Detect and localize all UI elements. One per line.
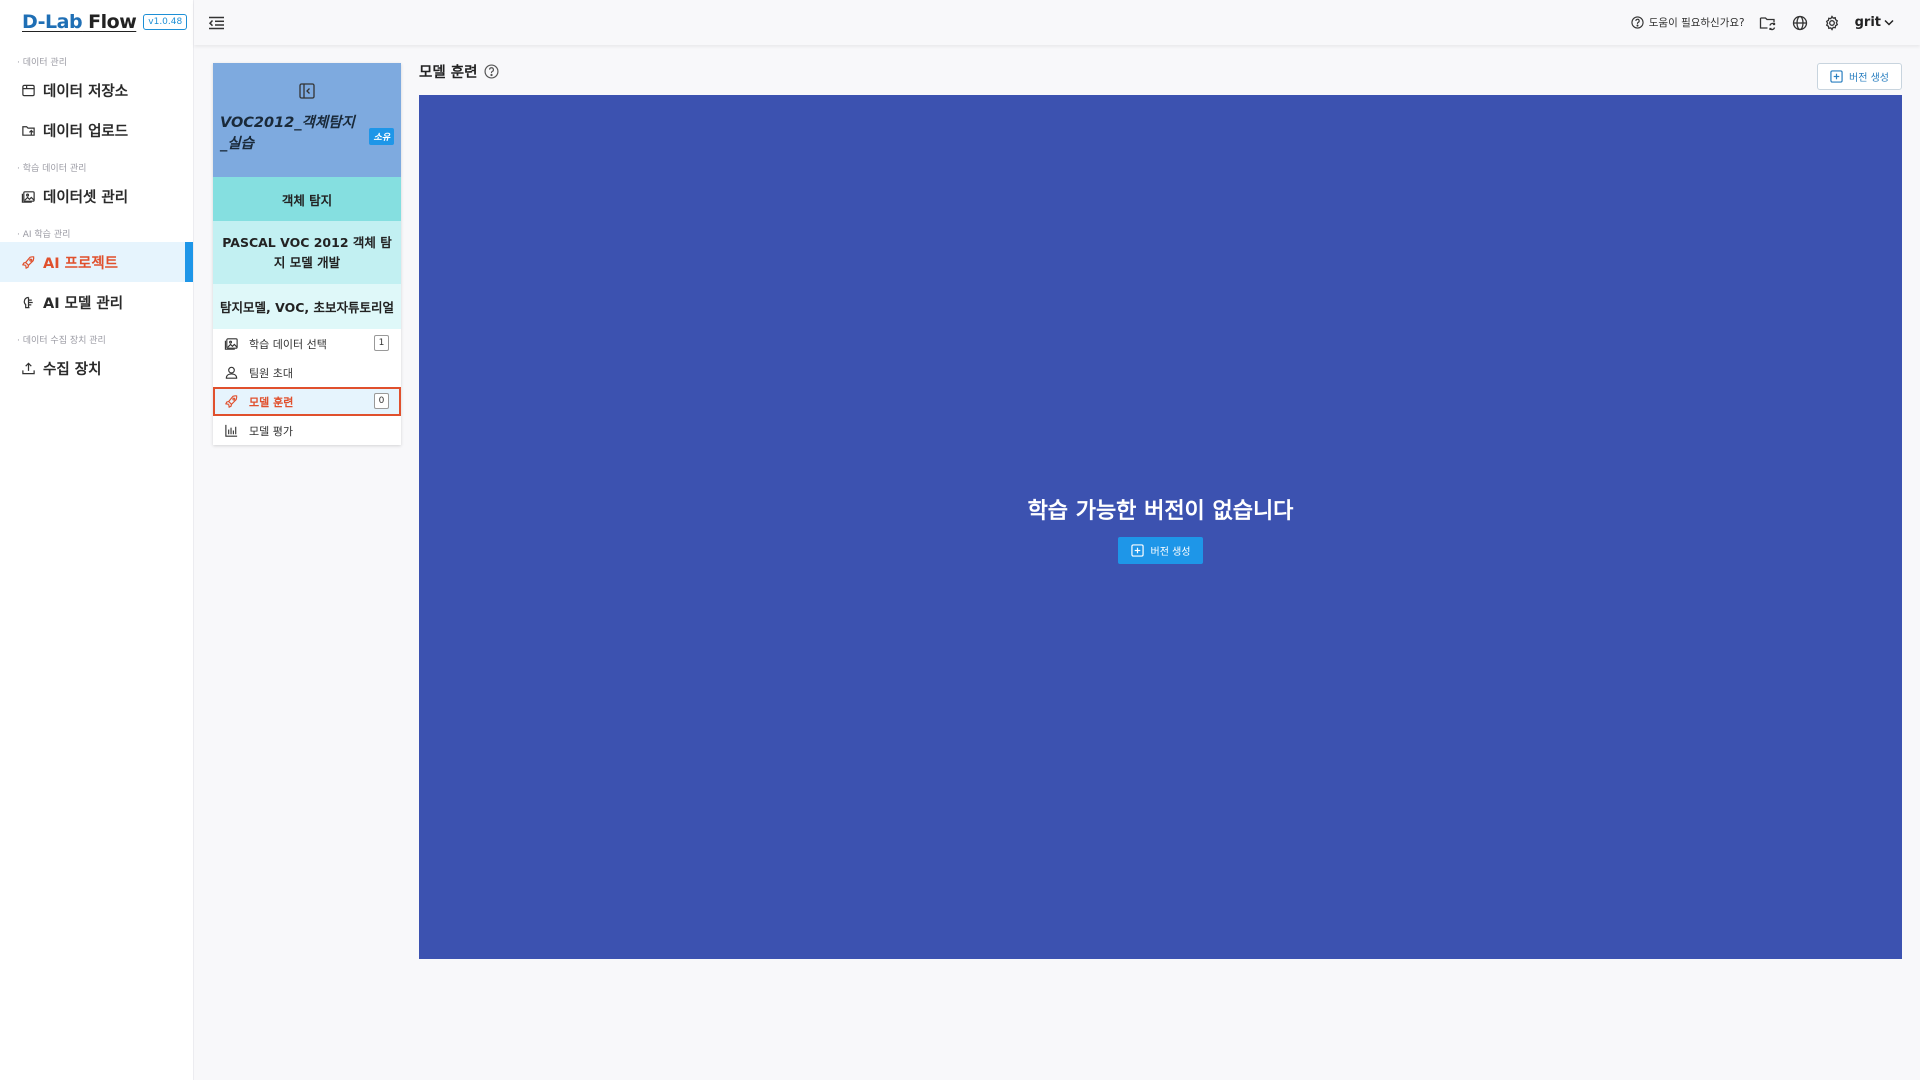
- app-logo[interactable]: D-Lab Flow: [22, 11, 137, 33]
- folder-upload-icon: [22, 125, 35, 136]
- sidebar-item-data-storage[interactable]: 데이터 저장소: [0, 70, 193, 110]
- gear-icon[interactable]: [1823, 14, 1841, 32]
- project-panel: VOC2012_객체탐지_실습 소유 객체 탐지 PASCAL VOC 2012…: [213, 63, 401, 445]
- plus-square-icon: [1130, 544, 1144, 557]
- empty-state: 학습 가능한 버전이 없습니다 버전 생성: [419, 493, 1902, 564]
- project-tags: 탐지모델, VOC, 초보자튜토리얼: [213, 284, 401, 329]
- sidebar-item-label: 데이터셋 관리: [43, 189, 129, 206]
- sidebar-item-label: 데이터 업로드: [43, 123, 129, 140]
- help-circle-icon[interactable]: [484, 64, 499, 79]
- topbar: 도움이 필요하신가요? grit: [194, 0, 1920, 45]
- project-menu-model-train[interactable]: 모델 훈련 0: [213, 387, 401, 416]
- sidebar-item-data-upload[interactable]: 데이터 업로드: [0, 110, 193, 150]
- sidebar-item-dataset[interactable]: 데이터셋 관리: [0, 176, 193, 216]
- empty-create-label: 버전 생성: [1150, 547, 1191, 558]
- brain-icon: [23, 296, 33, 308]
- training-content-area: 학습 가능한 버전이 없습니다 버전 생성: [419, 95, 1902, 959]
- menu-toggle-icon[interactable]: [206, 13, 226, 33]
- count-badge: 1: [374, 335, 389, 351]
- group-label-train-data: · 학습 데이터 관리: [17, 163, 87, 174]
- page-title-text: 모델 훈련: [419, 65, 478, 81]
- empty-create-version-button[interactable]: 버전 생성: [1117, 537, 1204, 564]
- logo-text-flow: Flow: [82, 11, 137, 33]
- group-label-data: · 데이터 관리: [17, 57, 67, 68]
- menu-label: 모델 평가: [249, 424, 293, 438]
- user-menu[interactable]: grit: [1855, 15, 1894, 30]
- storage-icon: [22, 84, 35, 96]
- rocket-icon: [21, 255, 35, 269]
- version-badge: v1.0.48: [143, 14, 188, 30]
- logo-row: D-Lab Flow v1.0.48: [0, 0, 193, 44]
- project-menu-invite[interactable]: 팀원 초대: [213, 358, 401, 387]
- sidebar-item-collector[interactable]: 수집 장치: [0, 348, 193, 388]
- owner-badge: 소유: [369, 128, 394, 145]
- sidebar-item-ai-model[interactable]: AI 모델 관리: [0, 282, 193, 322]
- bar-chart-icon: [225, 424, 238, 437]
- sidebar-item-label: 수집 장치: [43, 361, 102, 378]
- project-type: 객체 탐지: [213, 177, 401, 221]
- question-icon: [1631, 16, 1644, 29]
- help-link[interactable]: 도움이 필요하신가요?: [1631, 15, 1745, 30]
- menu-label: 모델 훈련: [249, 395, 294, 409]
- sidebar: D-Lab Flow v1.0.48 · 데이터 관리 데이터 저장소 데이터 …: [0, 0, 194, 1080]
- globe-icon[interactable]: [1791, 14, 1809, 32]
- project-menu-evaluate[interactable]: 모델 평가: [213, 416, 401, 445]
- empty-message: 학습 가능한 버전이 없습니다: [1027, 499, 1294, 524]
- sidebar-item-label: AI 프로젝트: [43, 255, 119, 272]
- chevron-down-icon: [1884, 19, 1894, 26]
- project-title: VOC2012_객체탐지_실습: [220, 115, 355, 152]
- page-title: 모델 훈련: [419, 61, 499, 82]
- folder-sync-icon[interactable]: [1759, 14, 1777, 32]
- sidebar-item-ai-project[interactable]: AI 프로젝트: [0, 242, 193, 282]
- upload-device-icon: [22, 361, 35, 374]
- create-version-button[interactable]: 버전 생성: [1817, 63, 1902, 90]
- images-icon: [21, 190, 35, 203]
- sidebar-item-label: 데이터 저장소: [43, 83, 129, 100]
- project-header: VOC2012_객체탐지_실습 소유: [213, 63, 401, 177]
- group-label-device: · 데이터 수집 장치 관리: [17, 335, 106, 346]
- sidebar-item-label: AI 모델 관리: [43, 295, 124, 312]
- create-version-label: 버전 생성: [1849, 73, 1889, 84]
- menu-label: 학습 데이터 선택: [249, 337, 327, 351]
- group-label-ai: · AI 학습 관리: [17, 229, 71, 240]
- collapse-panel-icon[interactable]: [297, 81, 317, 101]
- project-menu-train-data[interactable]: 학습 데이터 선택 1: [213, 329, 401, 358]
- help-label: 도움이 필요하신가요?: [1648, 17, 1745, 29]
- plus-square-icon: [1830, 70, 1843, 83]
- images-icon: [224, 338, 238, 350]
- menu-label: 팀원 초대: [249, 366, 293, 380]
- project-description: PASCAL VOC 2012 객체 탐지 모델 개발: [213, 221, 401, 284]
- rocket-icon: [225, 395, 238, 408]
- count-badge: 0: [374, 393, 389, 409]
- user-icon: [225, 366, 238, 379]
- logo-text-dlab: D-Lab: [22, 11, 83, 33]
- user-name: grit: [1854, 15, 1881, 30]
- topbar-actions: 도움이 필요하신가요? grit: [1631, 0, 1894, 45]
